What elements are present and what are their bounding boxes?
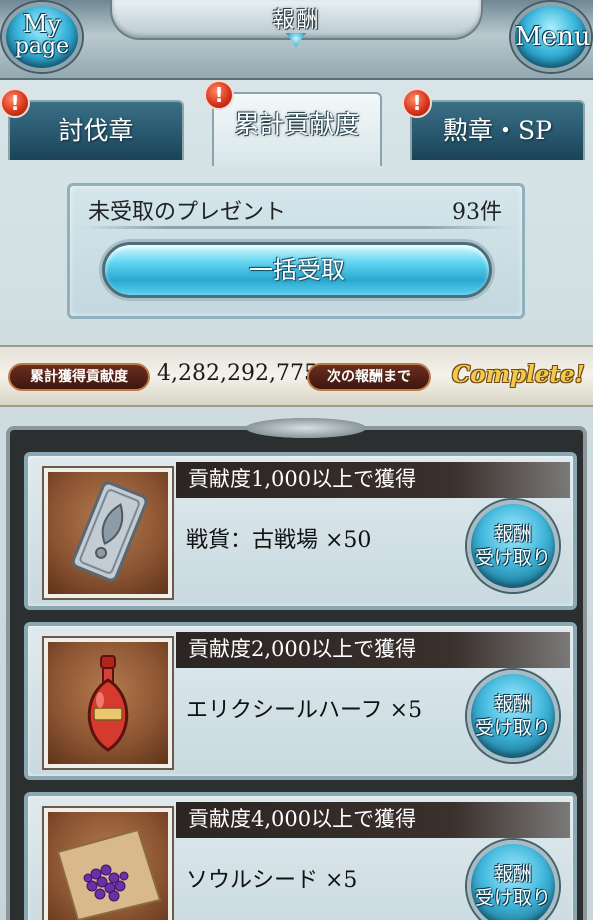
tab-subjugation-medal[interactable]: ! 討伐章 — [0, 88, 184, 160]
contribution-bar: 累計獲得貢献度 4,282,292,775 次の報酬まで Complete! — [0, 345, 593, 407]
claim-all-button[interactable]: 一括受取 — [102, 242, 492, 298]
frame-ornament — [246, 418, 366, 438]
alert-badge-icon: ! — [204, 80, 234, 110]
tab-label: 勲章・SP — [443, 116, 552, 145]
list-item: 貢献度4,000以上で獲得 ソウルシード ×5 報酬 受け取り — [24, 792, 577, 920]
elixir-potion-icon — [44, 638, 172, 768]
receive-reward-label-line2: 受け取り — [474, 717, 551, 739]
receive-reward-label-line1: 報酬 — [493, 523, 532, 545]
tab-label: 累計貢献度 — [234, 110, 360, 139]
alert-badge-icon: ! — [0, 88, 30, 118]
receive-reward-button[interactable]: 報酬 受け取り — [467, 670, 559, 762]
alert-badge-icon: ! — [402, 88, 432, 118]
unclaimed-present-count: 93件 — [452, 200, 502, 225]
unclaimed-present-label: 未受取のプレゼント — [88, 200, 287, 225]
list-item: 貢献度1,000以上で獲得 戦貨：古戦場 ×50 報酬 受け取り — [24, 452, 577, 610]
total-contribution-value: 4,282,292,775 — [157, 361, 318, 386]
page-title: 報酬 — [272, 8, 321, 33]
tab-medal-sp[interactable]: ! 勲章・SP — [402, 88, 585, 160]
reward-condition: 貢献度4,000以上で獲得 — [176, 802, 570, 838]
reward-item-name: 戦貨：古戦場 ×50 — [186, 528, 372, 553]
unclaimed-present-panel: 未受取のプレゼント 93件 一括受取 — [67, 183, 525, 319]
receive-reward-label-line1: 報酬 — [493, 693, 532, 715]
divider — [82, 226, 510, 229]
next-reward-label: 次の報酬まで — [307, 363, 431, 391]
receive-reward-label-line2: 受け取り — [474, 887, 551, 909]
reward-tabs: ! 討伐章 ! 累計貢献度 ! 勲章・SP — [0, 80, 593, 170]
mypage-label-line2: page — [14, 34, 70, 59]
mypage-label-line1: My — [22, 10, 62, 38]
mypage-button[interactable]: My page — [2, 2, 82, 72]
receive-reward-button[interactable]: 報酬 受け取り — [467, 840, 559, 920]
receive-reward-label-line1: 報酬 — [493, 863, 532, 885]
tab-cumulative-contribution[interactable]: ! 累計貢献度 — [204, 80, 382, 166]
reward-condition: 貢献度1,000以上で獲得 — [176, 462, 570, 498]
reward-list[interactable]: 貢献度1,000以上で獲得 戦貨：古戦場 ×50 報酬 受け取り 貢献度2,00… — [6, 418, 587, 920]
war-medal-icon — [44, 468, 172, 598]
receive-reward-button[interactable]: 報酬 受け取り — [467, 500, 559, 592]
tab-label: 討伐章 — [58, 116, 134, 145]
menu-button[interactable]: Menu — [511, 2, 591, 72]
list-item: 貢献度2,000以上で獲得 エリクシールハーフ ×5 報酬 受け取り — [24, 622, 577, 780]
total-contribution-label: 累計獲得貢献度 — [8, 363, 150, 391]
reward-item-name: ソウルシード ×5 — [186, 868, 358, 893]
header-bar: 報酬 My page Menu — [0, 0, 593, 80]
complete-status: Complete! — [452, 361, 585, 388]
reward-condition: 貢献度2,000以上で獲得 — [176, 632, 570, 668]
soul-seed-icon — [44, 808, 172, 920]
reward-item-name: エリクシールハーフ ×5 — [186, 698, 423, 723]
header-jewel-icon — [286, 33, 306, 47]
receive-reward-label-line2: 受け取り — [474, 547, 551, 569]
